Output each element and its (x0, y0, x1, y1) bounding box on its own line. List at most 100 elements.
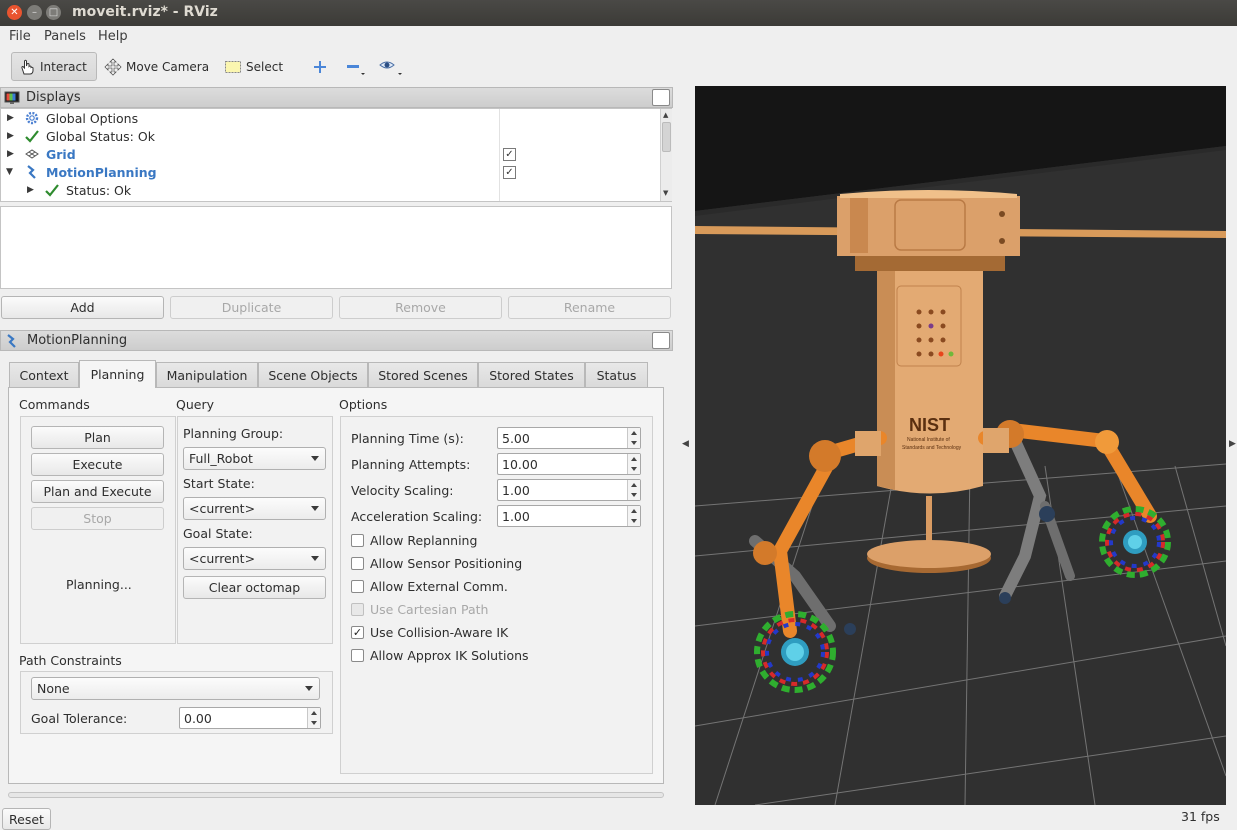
tree-label: Global Status: Ok (46, 128, 155, 144)
maximize-window-button[interactable]: □ (46, 5, 61, 20)
scroll-up-icon[interactable]: ▲ (663, 111, 668, 119)
spin-arrows-icon[interactable] (627, 506, 640, 526)
goal-tolerance-input[interactable]: 0.00 (179, 707, 321, 729)
start-state-select[interactable]: <current> (183, 497, 326, 520)
collapse-right-icon[interactable]: ▶ (1229, 439, 1236, 449)
tab-planning[interactable]: Planning (79, 360, 156, 388)
reset-button[interactable]: Reset (2, 808, 51, 830)
planning-attempts-input[interactable]: 10.00 (497, 453, 641, 475)
expand-arrow-icon[interactable]: ▶ (7, 149, 14, 159)
displays-panel-header: Displays (0, 87, 673, 108)
acceleration-scaling-value: 1.00 (502, 508, 530, 524)
path-constraints-label: Path Constraints (19, 653, 122, 668)
spin-arrows-icon[interactable] (307, 708, 320, 728)
displays-title: Displays (26, 90, 81, 105)
move-camera-label: Move Camera (126, 59, 210, 74)
expand-arrow-icon[interactable]: ▶ (27, 185, 34, 195)
use-collision-aware-ik-checkbox[interactable]: ✓ (351, 626, 364, 639)
path-constraints-select[interactable]: None (31, 677, 320, 700)
stop-button[interactable]: Stop (31, 507, 164, 530)
motion-planning-title: MotionPlanning (27, 333, 128, 348)
duplicate-display-button[interactable]: Duplicate (170, 296, 333, 319)
plan-and-execute-button[interactable]: Plan and Execute (31, 480, 164, 503)
goal-state-label: Goal State: (183, 526, 253, 541)
grid-enable-checkbox[interactable]: ✓ (503, 147, 516, 161)
expand-arrow-icon[interactable]: ▶ (7, 113, 14, 123)
title-bar: ✕ – □ moveit.rviz* - RViz (0, 0, 1237, 26)
allow-sensor-positioning-checkbox[interactable] (351, 557, 364, 570)
allow-replanning-label: Allow Replanning (370, 533, 478, 548)
tab-scene-objects[interactable]: Scene Objects (258, 362, 368, 387)
scroll-down-icon[interactable]: ▼ (663, 189, 668, 197)
scroll-thumb[interactable] (662, 122, 671, 152)
tab-stored-states[interactable]: Stored States (478, 362, 585, 387)
allow-approx-ik-checkbox[interactable] (351, 649, 364, 662)
selection-box-icon (225, 60, 241, 73)
eye-dropdown-icon (379, 61, 402, 75)
acceleration-scaling-input[interactable]: 1.00 (497, 505, 641, 527)
right-end-effector-marker (1099, 506, 1171, 578)
motion-planning-icon (27, 165, 36, 179)
collapse-left-icon[interactable]: ◀ (682, 439, 689, 449)
use-cartesian-path-checkbox[interactable] (351, 603, 364, 616)
tree-label: MotionPlanning (46, 164, 157, 180)
goal-state-select[interactable]: <current> (183, 547, 326, 570)
select-tool-button[interactable]: Select (218, 52, 289, 81)
minimize-window-button[interactable]: – (27, 5, 42, 20)
tree-scrollbar[interactable]: ▲ ▼ (660, 109, 672, 201)
tab-manipulation[interactable]: Manipulation (156, 362, 258, 387)
3d-viewport[interactable]: NIST National Institute of Standards and… (695, 86, 1226, 805)
toolbar: Interact Move Camera Select (0, 47, 1237, 87)
add-display-button[interactable]: Add (1, 296, 164, 319)
chevron-down-icon (311, 456, 319, 461)
menu-help[interactable]: Help (98, 29, 128, 44)
spin-arrows-icon[interactable] (627, 428, 640, 448)
tree-row-global-options[interactable]: ▶ Global Options (1, 109, 661, 127)
menu-panels[interactable]: Panels (44, 29, 86, 44)
close-window-button[interactable]: ✕ (7, 5, 22, 20)
remove-display-button[interactable]: Remove (339, 296, 502, 319)
allow-replanning-checkbox[interactable] (351, 534, 364, 547)
goal-tolerance-label: Goal Tolerance: (31, 711, 128, 726)
velocity-scaling-label: Velocity Scaling: (351, 483, 454, 498)
allow-external-comm-checkbox[interactable] (351, 580, 364, 593)
displays-float-toggle[interactable] (652, 89, 670, 106)
tree-label: Grid (46, 146, 76, 162)
menu-file[interactable]: File (9, 29, 31, 44)
tree-row-global-status[interactable]: ▶ Global Status: Ok (1, 127, 661, 145)
tab-stored-scenes[interactable]: Stored Scenes (368, 362, 478, 387)
planning-attempts-value: 10.00 (502, 456, 538, 472)
horizontal-scrollbar[interactable] (8, 792, 664, 798)
tree-row-grid[interactable]: ▶ Grid ✓ (1, 145, 661, 163)
execute-button[interactable]: Execute (31, 453, 164, 476)
motion-planning-float-toggle[interactable] (652, 332, 670, 349)
plan-button[interactable]: Plan (31, 426, 164, 449)
nist-logo-subtitle-1: National Institute of (907, 437, 950, 443)
clear-octomap-button[interactable]: Clear octomap (183, 576, 326, 599)
expand-arrow-icon[interactable]: ▶ (7, 131, 14, 141)
planning-time-input[interactable]: 5.00 (497, 427, 641, 449)
tab-status[interactable]: Status (585, 362, 648, 387)
collapse-arrow-icon[interactable]: ▼ (6, 167, 13, 177)
velocity-scaling-input[interactable]: 1.00 (497, 479, 641, 501)
spin-arrows-icon[interactable] (627, 454, 640, 474)
interact-tool-button[interactable]: Interact (11, 52, 97, 81)
move-camera-tool-button[interactable]: Move Camera (98, 52, 215, 81)
view-tool-button[interactable] (373, 52, 415, 81)
planning-time-label: Planning Time (s): (351, 431, 464, 446)
acceleration-scaling-label: Acceleration Scaling: (351, 509, 483, 524)
add-tool-button[interactable] (307, 52, 337, 81)
planning-group-select[interactable]: Full_Robot (183, 447, 326, 470)
rename-display-button[interactable]: Rename (508, 296, 671, 319)
path-constraints-value: None (37, 681, 70, 696)
nist-logo: NIST (909, 415, 950, 435)
chevron-down-icon (311, 506, 319, 511)
motion-planning-enable-checkbox[interactable]: ✓ (503, 165, 516, 179)
tree-row-motion-planning[interactable]: ▼ MotionPlanning ✓ (1, 163, 661, 181)
tab-context[interactable]: Context (9, 362, 79, 387)
commands-group (20, 416, 176, 644)
goal-state-value: <current> (189, 551, 256, 566)
tree-row-status[interactable]: ▶ Status: Ok (1, 181, 661, 199)
planning-attempts-label: Planning Attempts: (351, 457, 471, 472)
spin-arrows-icon[interactable] (627, 480, 640, 500)
